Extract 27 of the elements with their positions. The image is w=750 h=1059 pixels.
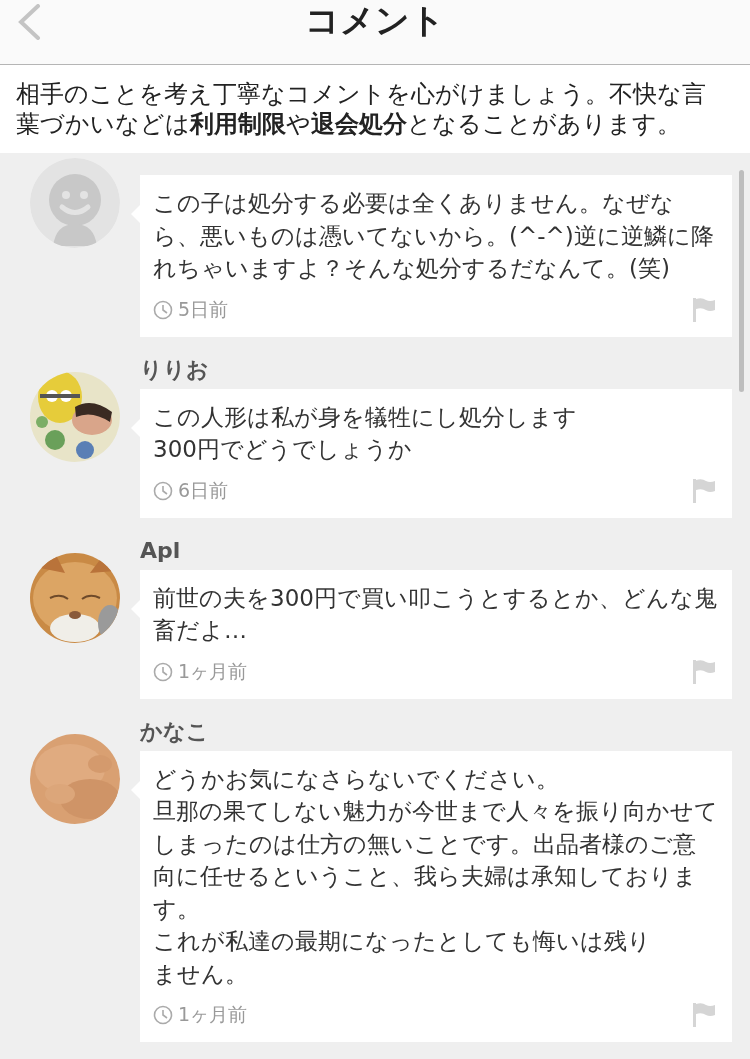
user-name: りりお — [140, 355, 210, 384]
back-icon[interactable] — [16, 4, 42, 40]
comment-text: これが私達の最期になったとしても悔いは残り — [153, 927, 652, 956]
comment-time: 6日前 — [178, 477, 229, 503]
comment-text: 300円でどうでしょうか — [153, 435, 413, 464]
comment-text: どうかお気になさらないでください。 — [153, 764, 560, 794]
flag-icon[interactable] — [692, 296, 716, 323]
default-avatar-icon — [30, 158, 120, 248]
clock-icon — [153, 1005, 173, 1025]
comment-text: 旦那の果てしない魅力が今世まで人々を振り向かせてしまったのは仕方の無いことです。出品者様のご意向に任せるということ、我ら夫婦は承知しております。 — [153, 797, 718, 924]
comment-time: 1ヶ月前 — [178, 1002, 248, 1027]
comment-text: この子は処分する必要は全くありません。なぜなら、悪いものは憑いてないから。(^-^)逆に逆鱗に降れちゃいますよ？そんな処分するだなんて。(笑) — [153, 189, 715, 283]
page-title: コメント — [305, 0, 445, 42]
comment-time: 1ヶ月前 — [178, 658, 248, 684]
comment-text: ません。 — [153, 959, 249, 989]
comment-text: この人形は私が身を犠牲にし処分します — [153, 402, 578, 432]
clock-icon — [153, 661, 173, 682]
clock-icon — [153, 299, 173, 320]
user-name: Apl — [140, 536, 182, 565]
comment-time: 5日前 — [178, 296, 229, 322]
flag-icon[interactable] — [692, 477, 716, 504]
user-name: かなこ — [140, 717, 210, 746]
comment-text: 前世の夫を300円で買い叩こうとするとか、どんな鬼畜だよ… — [153, 583, 718, 645]
clock-icon — [153, 480, 173, 501]
flag-icon[interactable] — [692, 1002, 716, 1028]
notice-text: 相手のことを考え丁寧なコメントを心がけましょう。不快な言葉づかいなどは利用制限や退会処分となることがあります。 — [0, 65, 750, 153]
flag-icon[interactable] — [692, 658, 716, 685]
